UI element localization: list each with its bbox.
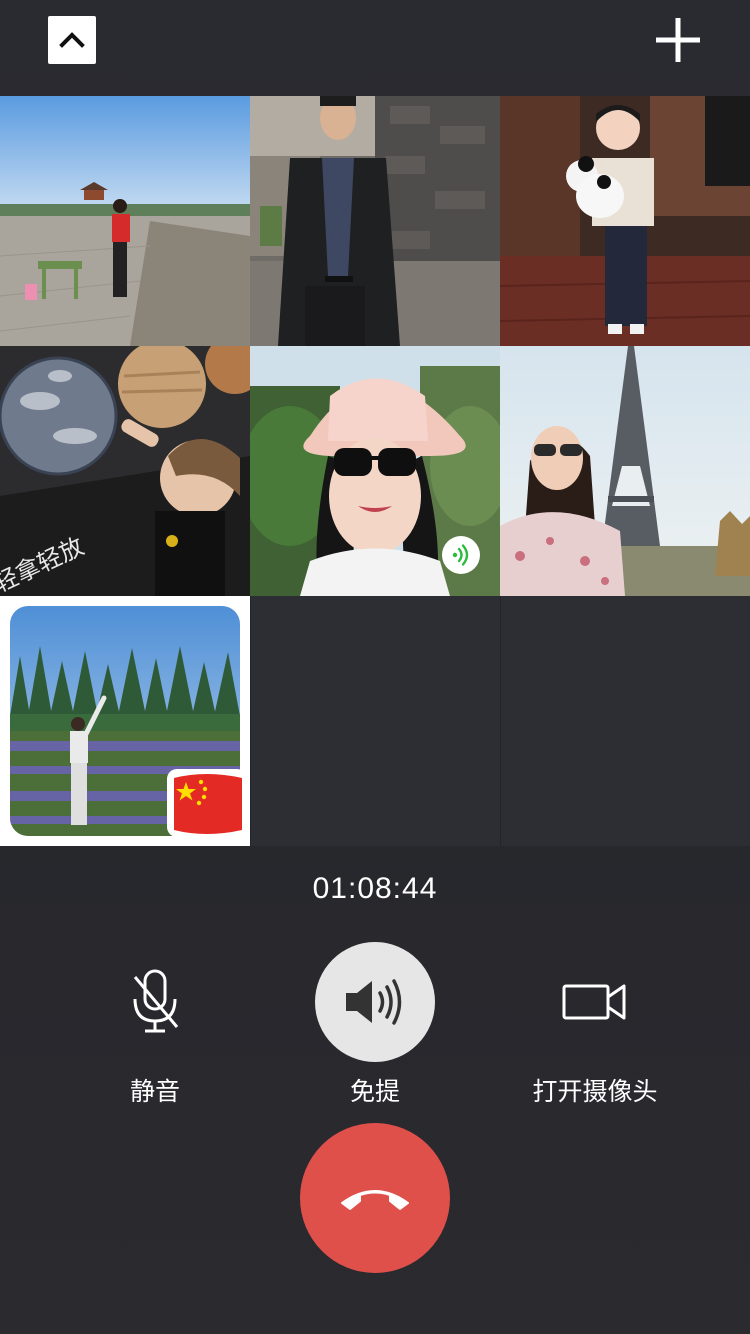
participant-tile-4[interactable]: 轻拿轻放 [0,346,250,596]
participant-video-2 [250,96,500,346]
microphone-icon [133,969,179,1033]
speaker-label: 免提 [349,1078,400,1106]
speaker-button[interactable]: 免提 [275,942,475,1112]
plus-icon [656,18,700,62]
camera-button[interactable]: 打开摄像头 [495,942,695,1112]
participant-video-6 [500,346,750,596]
speaking-indicator [442,536,480,574]
participant-tile-6[interactable] [500,346,750,596]
china-flag-icon [167,769,247,837]
participant-video-4: 轻拿轻放 [0,346,250,596]
hang-up-icon [341,1190,409,1210]
participant-tile-5[interactable] [250,346,500,596]
mute-icon-wrap [95,942,215,1062]
camera-icon-wrap [535,942,655,1062]
participant-tile-1[interactable] [0,96,250,346]
participant-tile-3[interactable] [500,96,750,346]
speaker-icon [346,979,402,1025]
participant-grid: 轻拿轻放 [0,96,750,846]
top-bar [0,0,750,96]
mute-button[interactable]: 静音 [55,942,255,1112]
chevron-up-icon [59,32,85,48]
video-camera-icon [562,984,626,1020]
call-timer: 01:08:44 [312,872,438,905]
minimize-button[interactable] [48,16,96,64]
participant-tile-2[interactable] [250,96,500,346]
empty-slot [500,596,750,846]
participant-video-3 [500,96,750,346]
voice-wave-icon [452,544,469,566]
speaker-icon-wrap [315,942,435,1062]
participant-video-1 [0,96,250,346]
camera-label: 打开摄像头 [532,1078,658,1106]
add-participant-button[interactable] [650,12,706,68]
hang-up-button[interactable] [300,1123,450,1273]
self-view-tile[interactable] [0,596,250,846]
mute-label: 静音 [129,1078,180,1106]
group-call-screen: 轻拿轻放 01:08:44 静音 免提 打开摄像头 [0,0,750,1334]
empty-slot [250,596,500,846]
